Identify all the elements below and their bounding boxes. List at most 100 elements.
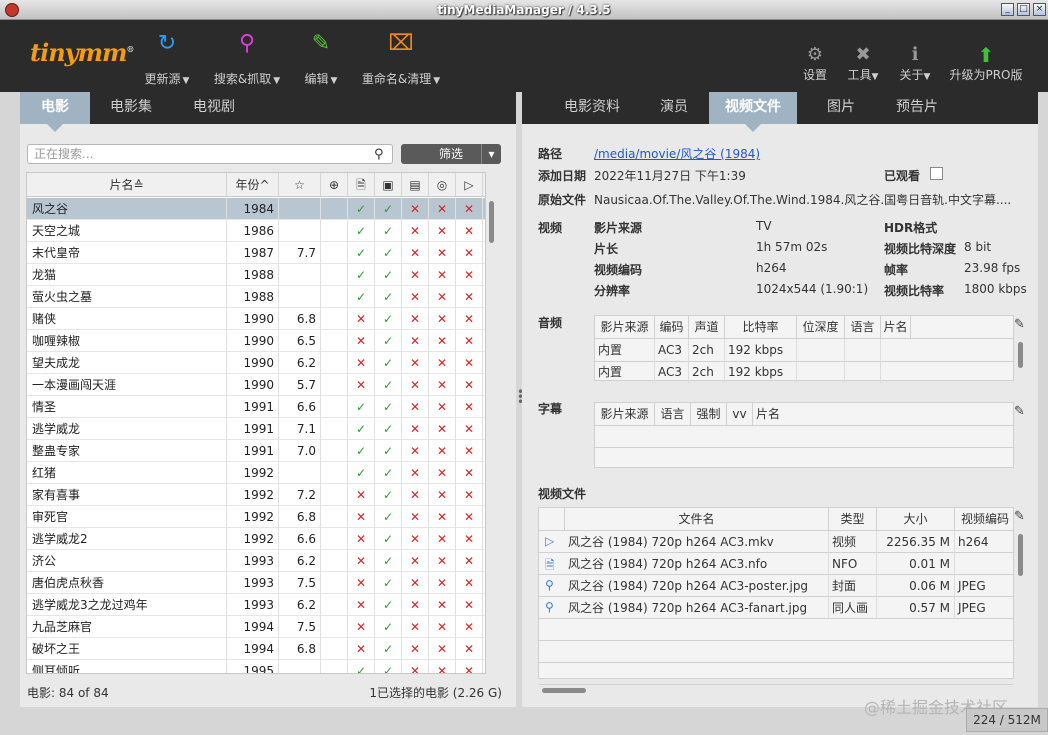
- audio-col-title[interactable]: 片名: [881, 316, 911, 338]
- column-title[interactable]: 片名≙: [27, 173, 227, 197]
- file-col-name[interactable]: 文件名: [565, 508, 829, 530]
- about-button[interactable]: ℹ 关于▼: [894, 44, 936, 83]
- add-circle-icon[interactable]: ⊕: [321, 173, 348, 197]
- chevron-down-icon[interactable]: ▾: [481, 144, 501, 164]
- tools-button[interactable]: ✖ 工具▼: [842, 44, 884, 83]
- subtitle-col-forced[interactable]: 强制: [691, 403, 727, 425]
- film-icon[interactable]: ▤: [402, 173, 429, 197]
- subtitle-col-title[interactable]: 片名: [753, 403, 783, 425]
- audio-scrollbar[interactable]: [1018, 342, 1023, 368]
- cross-icon: ✕: [429, 660, 456, 673]
- tab-trailer[interactable]: 预告片: [880, 92, 954, 124]
- cross-icon: ✕: [456, 638, 483, 660]
- audio-col-language[interactable]: 语言: [845, 316, 881, 338]
- table-row[interactable]: 红猪 1992 ✓ ✓ ✕ ✕ ✕: [27, 462, 485, 484]
- search-input[interactable]: 正在搜索...: [27, 144, 393, 164]
- movie-year: 1990: [227, 374, 279, 396]
- column-config-wrench-icon[interactable]: ✎: [483, 173, 485, 197]
- table-row[interactable]: 赌侠 1990 6.8 ✕ ✓ ✕ ✕ ✕: [27, 308, 485, 330]
- settings-button[interactable]: ⚙ 设置: [800, 44, 830, 83]
- table-row[interactable]: 侧耳倾听 1995 ✓ ✓ ✕ ✕ ✕: [27, 660, 485, 673]
- table-row[interactable]: 审死官 1992 6.8 ✕ ✓ ✕ ✕ ✕: [27, 506, 485, 528]
- audio-col-bitdepth[interactable]: 位深度: [797, 316, 845, 338]
- maximize-button[interactable]: □: [1017, 3, 1030, 16]
- column-year[interactable]: 年份^: [227, 173, 279, 197]
- table-row[interactable]: 济公 1993 6.2 ✕ ✓ ✕ ✕ ✕: [27, 550, 485, 572]
- tab-artwork[interactable]: 图片: [811, 92, 871, 124]
- tab-media-files[interactable]: 视频文件: [709, 92, 797, 132]
- path-link[interactable]: /media/movie/风之谷 (1984): [594, 145, 760, 162]
- file-row[interactable]: ▷ 风之谷 (1984) 720p h264 AC3.mkv 视频 2256.35 M…: [539, 531, 1013, 553]
- subtitle-config-wrench-icon[interactable]: ✎: [1014, 404, 1025, 419]
- tab-movie-sets[interactable]: 电影集: [94, 92, 168, 124]
- filter-button[interactable]: 筛选 ▾: [401, 144, 501, 164]
- table-row[interactable]: 天空之城 1986 ✓ ✓ ✕ ✕ ✕: [27, 220, 485, 242]
- table-row[interactable]: 望夫成龙 1990 6.2 ✕ ✓ ✕ ✕ ✕: [27, 352, 485, 374]
- tab-cast[interactable]: 演员: [644, 92, 704, 124]
- table-row[interactable]: 咖喱辣椒 1990 6.5 ✕ ✓ ✕ ✕ ✕: [27, 330, 485, 352]
- movie-rating: 7.5: [279, 572, 321, 594]
- table-row[interactable]: 逃学威龙2 1992 6.6 ✕ ✓ ✕ ✕ ✕: [27, 528, 485, 550]
- edit-button[interactable]: ✎ 编辑 ▼: [300, 30, 342, 87]
- nfo-document-icon[interactable]: 🗎: [348, 173, 375, 197]
- magnifier-icon[interactable]: ⚲: [545, 578, 554, 592]
- cross-icon: ✕: [429, 550, 456, 572]
- search-icon[interactable]: ⚲: [374, 147, 384, 162]
- table-row[interactable]: 萤火虫之墓 1988 ✓ ✓ ✕ ✕ ✕: [27, 286, 485, 308]
- tab-movie-info[interactable]: 电影资料: [548, 92, 636, 124]
- subtitle-col-vv[interactable]: vv: [727, 403, 753, 425]
- table-row[interactable]: 九品芝麻官 1994 7.5 ✕ ✓ ✕ ✕ ✕: [27, 616, 485, 638]
- rating-star-icon[interactable]: ☆: [279, 173, 321, 197]
- table-row[interactable]: 情圣 1991 6.6 ✓ ✓ ✕ ✕ ✕: [27, 396, 485, 418]
- update-sources-button[interactable]: ↻ 更新源 ▼: [140, 30, 194, 87]
- subtitle-col-source[interactable]: 影片来源: [595, 403, 655, 425]
- cross-icon: ✕: [402, 484, 429, 506]
- movie-rating: [279, 462, 321, 484]
- search-scrape-button[interactable]: ⚲ 搜索&抓取 ▼: [210, 30, 284, 87]
- subtitle-chat-icon[interactable]: ◎: [429, 173, 456, 197]
- table-row[interactable]: 逃学威龙 1991 7.1 ✓ ✓ ✕ ✕ ✕: [27, 418, 485, 440]
- audio-col-channels[interactable]: 声道: [689, 316, 725, 338]
- files-scrollbar[interactable]: [1018, 534, 1023, 576]
- audio-col-source[interactable]: 影片来源: [595, 316, 655, 338]
- close-button[interactable]: ×: [1033, 3, 1046, 16]
- files-horizontal-scrollbar[interactable]: [542, 688, 586, 693]
- table-row[interactable]: 家有喜事 1992 7.2 ✕ ✓ ✕ ✕ ✕: [27, 484, 485, 506]
- file-col-type[interactable]: 类型: [829, 508, 877, 530]
- magnifier-icon[interactable]: ⚲: [545, 600, 554, 614]
- file-row[interactable]: ⚲ 风之谷 (1984) 720p h264 AC3-fanart.jpg 同人画 0…: [539, 597, 1013, 619]
- movie-title: 审死官: [27, 506, 227, 528]
- document-icon[interactable]: 🗎: [545, 556, 555, 577]
- movie-table-scrollbar[interactable]: [489, 197, 494, 667]
- watched-checkbox[interactable]: [930, 167, 943, 180]
- empty-cell: [321, 528, 348, 550]
- table-row[interactable]: 破坏之王 1994 6.8 ✕ ✓ ✕ ✕ ✕: [27, 638, 485, 660]
- empty-cell: [321, 484, 348, 506]
- table-row[interactable]: 风之谷 1984 ✓ ✓ ✕ ✕ ✕: [27, 198, 485, 220]
- audio-config-wrench-icon[interactable]: ✎: [1014, 317, 1025, 332]
- file-row[interactable]: ⚲ 风之谷 (1984) 720p h264 AC3-poster.jpg 封面 0.…: [539, 575, 1013, 597]
- scroll-thumb[interactable]: [489, 201, 494, 243]
- tab-movies[interactable]: 电影: [20, 92, 90, 132]
- table-row[interactable]: 一本漫画闯天涯 1990 5.7 ✕ ✓ ✕ ✕ ✕: [27, 374, 485, 396]
- tab-tv-shows[interactable]: 电视剧: [177, 92, 251, 124]
- image-icon[interactable]: ▣: [375, 173, 402, 197]
- files-config-wrench-icon[interactable]: ✎: [1014, 509, 1025, 524]
- audio-col-codec[interactable]: 编码: [655, 316, 689, 338]
- audio-col-bitrate[interactable]: 比特率: [725, 316, 797, 338]
- file-row[interactable]: 🗎 风之谷 (1984) 720p h264 AC3.nfo NFO 0.01 M: [539, 553, 1013, 575]
- trailer-play-icon[interactable]: ▷: [456, 173, 483, 197]
- minimize-button[interactable]: _: [1001, 3, 1014, 16]
- table-row[interactable]: 逃学威龙3之龙过鸡年 1993 6.2 ✕ ✓ ✕ ✕ ✕: [27, 594, 485, 616]
- file-col-size[interactable]: 大小: [877, 508, 955, 530]
- file-col-codec[interactable]: 视频编码: [955, 508, 1015, 530]
- play-icon[interactable]: ▷: [545, 534, 554, 548]
- table-row[interactable]: 龙猫 1988 ✓ ✓ ✕ ✕ ✕: [27, 264, 485, 286]
- subtitle-col-language[interactable]: 语言: [655, 403, 691, 425]
- table-row[interactable]: 唐伯虎点秋香 1993 7.5 ✕ ✓ ✕ ✕ ✕: [27, 572, 485, 594]
- upgrade-pro-button[interactable]: ⬆ 升级为PRO版: [948, 44, 1024, 83]
- empty-cell: [321, 220, 348, 242]
- table-row[interactable]: 整蛊专家 1991 7.0 ✓ ✓ ✕ ✕ ✕: [27, 440, 485, 462]
- table-row[interactable]: 末代皇帝 1987 7.7 ✓ ✓ ✕ ✕ ✕: [27, 242, 485, 264]
- rename-clean-button[interactable]: ⌧ 重命名&清理 ▼: [358, 30, 444, 87]
